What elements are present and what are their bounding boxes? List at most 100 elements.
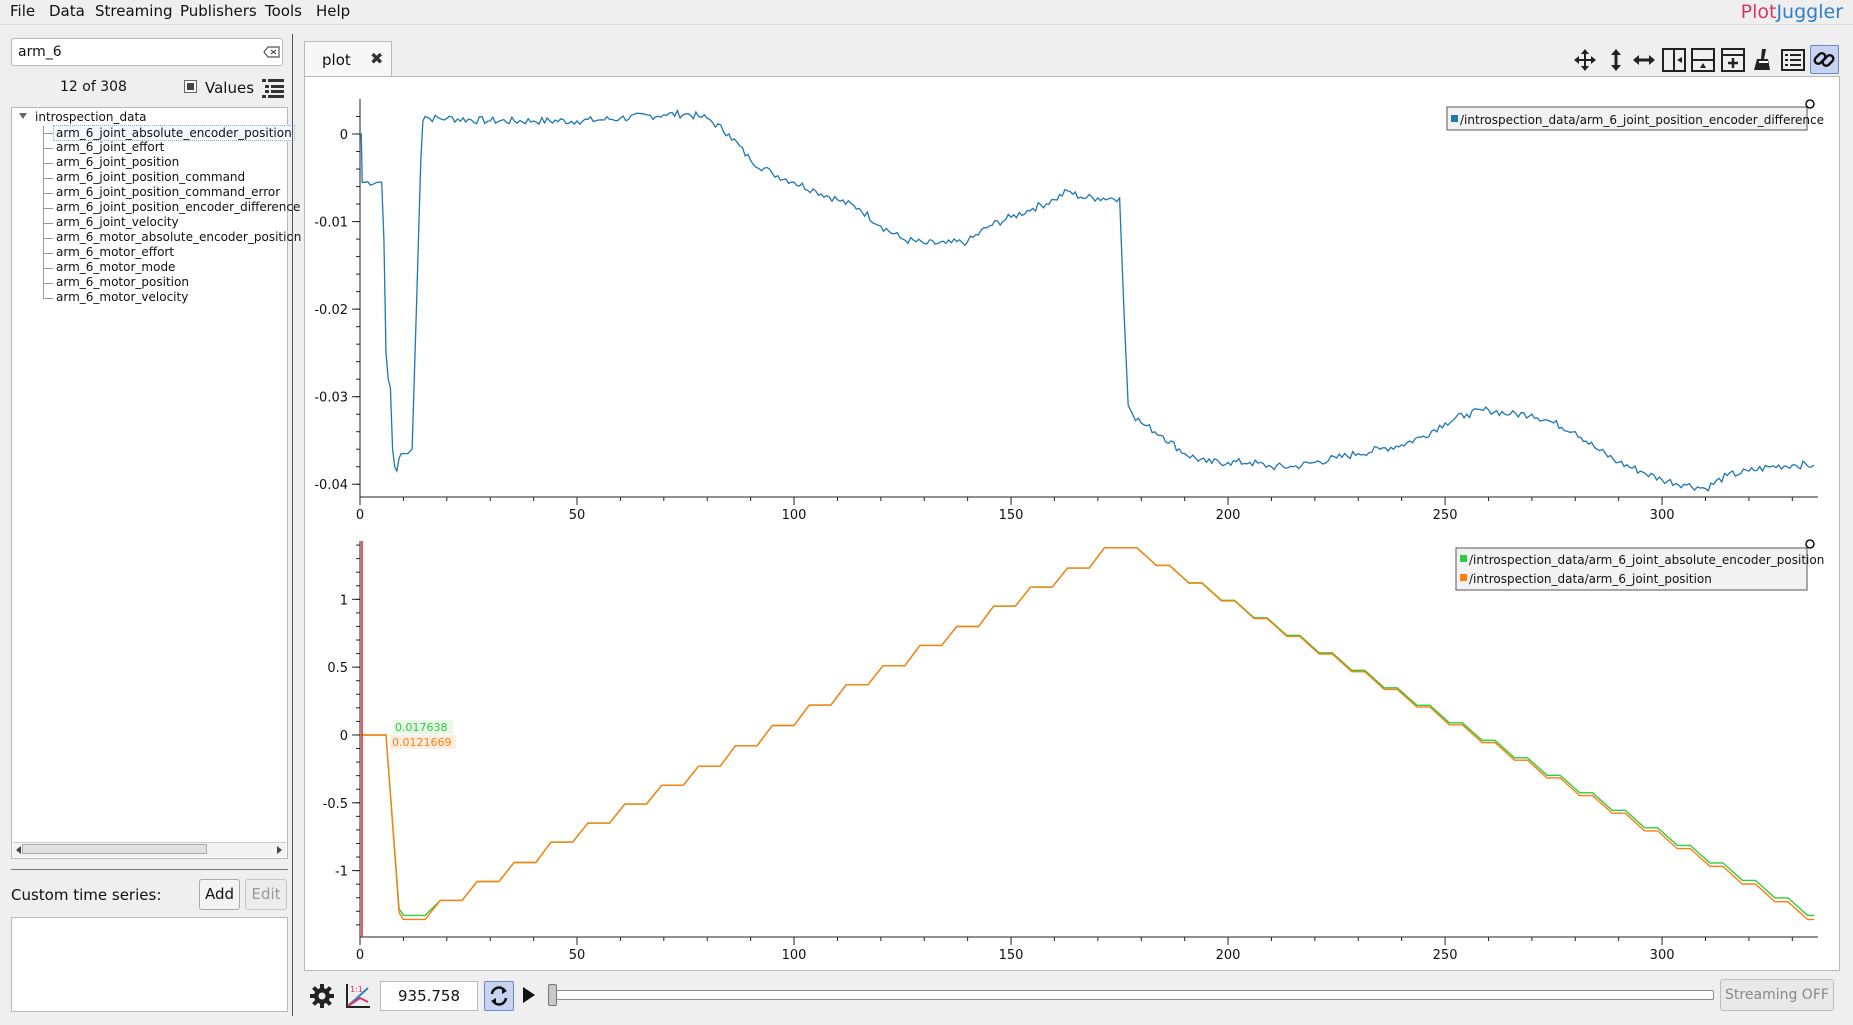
menu-help[interactable]: Help	[316, 2, 350, 20]
x-tick-label: 0	[356, 948, 364, 963]
tracker-value-position: 0.0121669	[392, 736, 452, 749]
settings-gear-icon[interactable]	[308, 982, 336, 1010]
divider	[11, 869, 288, 870]
x-tick-label: 100	[782, 948, 807, 963]
time-slider[interactable]	[549, 990, 1714, 1000]
y-tick-label: 1	[340, 593, 348, 608]
tree-root[interactable]: introspection_data	[35, 110, 147, 124]
zoom-horizontal-icon[interactable]	[1631, 47, 1657, 73]
legend-icon[interactable]	[1780, 47, 1806, 73]
plot-ratio-icon[interactable]: 1:1	[344, 982, 372, 1010]
menu-bar: File Data Streaming Publishers Tools Hel…	[0, 0, 1853, 25]
add-plot-icon[interactable]	[1720, 47, 1746, 73]
tree-connector	[43, 208, 53, 209]
list-view-icon[interactable]	[261, 77, 285, 99]
series-line-encoder-difference	[360, 108, 1815, 492]
series-count: 12 of 308	[60, 79, 127, 95]
tree-connector	[43, 148, 53, 149]
custom-series-label: Custom time series:	[11, 886, 162, 904]
x-tick-label: 300	[1650, 508, 1675, 523]
tree-item[interactable]: arm_6_joint_velocity	[56, 215, 179, 229]
tree-item[interactable]: arm_6_joint_position_command_error	[56, 185, 280, 199]
menu-tools[interactable]: Tools	[265, 2, 302, 20]
tree-connector	[43, 163, 53, 164]
time-field[interactable]: 935.758	[380, 981, 478, 1011]
values-label: Values	[205, 79, 255, 97]
tree-item[interactable]: arm_6_joint_absolute_encoder_position	[53, 125, 295, 141]
legend-entry: /introspection_data/arm_6_joint_position	[1469, 572, 1712, 586]
add-button[interactable]: Add	[199, 879, 240, 910]
x-tick-label: 200	[1216, 948, 1241, 963]
x-tick-label: 50	[569, 508, 586, 523]
play-icon[interactable]	[522, 986, 536, 1004]
y-tick-label: -0.04	[314, 478, 348, 493]
x-tick-label: 250	[1433, 508, 1458, 523]
y-tick-label: -0.01	[314, 216, 348, 231]
y-tick-label: -0.02	[314, 303, 348, 318]
app-logo: PlotJuggler	[1740, 1, 1843, 23]
tree-item[interactable]: arm_6_motor_velocity	[56, 290, 188, 304]
move-icon[interactable]	[1572, 47, 1598, 73]
tree-item[interactable]: arm_6_joint_position_encoder_difference	[56, 200, 300, 214]
tracker-value-encoder: 0.017638	[395, 721, 448, 734]
menu-publishers[interactable]: Publishers	[180, 2, 257, 20]
x-tick-label: 150	[999, 508, 1024, 523]
x-tick-label: 300	[1650, 948, 1675, 963]
tree-connector	[43, 298, 53, 299]
scroll-left-icon[interactable]	[16, 846, 21, 854]
x-tick-label: 0	[356, 508, 364, 523]
legend-swatch	[1460, 574, 1467, 581]
x-tick-label: 200	[1216, 508, 1241, 523]
custom-series-list[interactable]	[11, 917, 288, 1012]
legend-entry: /introspection_data/arm_6_joint_position…	[1460, 113, 1824, 127]
y-tick-label: -0.03	[314, 391, 348, 406]
close-tab-icon[interactable]: ✖	[370, 49, 383, 68]
split-vertical-icon[interactable]	[1661, 47, 1687, 73]
y-tick-label: -0.5	[323, 797, 348, 812]
time-slider-handle[interactable]	[548, 984, 557, 1006]
clear-search-icon[interactable]	[263, 45, 281, 59]
expand-arrow-icon[interactable]	[19, 113, 27, 119]
clear-plot-icon[interactable]	[1750, 47, 1776, 73]
plot-area[interactable]: 0 50 100 150 200 250 300 0 -0.01 -0.02 -0.03 -0.04/…	[304, 76, 1840, 971]
x-tick-label: 100	[782, 508, 807, 523]
x-tick-label: 50	[569, 948, 586, 963]
y-tick-label: 0.5	[327, 661, 348, 676]
y-tick-label: -1	[335, 865, 348, 880]
split-horizontal-icon[interactable]	[1690, 47, 1716, 73]
x-tick-label: 250	[1433, 948, 1458, 963]
scroll-right-icon[interactable]	[277, 846, 282, 854]
values-checkbox[interactable]	[184, 80, 197, 93]
loop-button[interactable]	[484, 981, 514, 1011]
legend-swatch	[1451, 115, 1458, 122]
menu-file[interactable]: File	[10, 2, 35, 20]
panel-splitter[interactable]	[292, 34, 293, 1016]
tree-item[interactable]: arm_6_motor_effort	[56, 245, 174, 259]
tree-item[interactable]: arm_6_motor_absolute_encoder_position	[56, 230, 301, 244]
zoom-vertical-icon[interactable]	[1603, 47, 1629, 73]
series-line-joint-position	[360, 547, 1814, 921]
y-tick-label: 0	[340, 729, 348, 744]
edit-button[interactable]: Edit	[245, 879, 287, 910]
scrollbar-thumb[interactable]	[22, 844, 207, 854]
tab-label[interactable]: plot	[322, 51, 351, 69]
tree-item[interactable]: arm_6_motor_position	[56, 275, 189, 289]
svg-text:1:1: 1:1	[350, 985, 363, 994]
tree-connector	[43, 268, 53, 269]
tree-item[interactable]: arm_6_joint_position	[56, 155, 179, 169]
menu-data[interactable]: Data	[49, 2, 85, 20]
link-icon[interactable]	[1810, 45, 1839, 74]
search-input[interactable]: arm_6	[11, 38, 283, 66]
tree-item[interactable]: arm_6_motor_mode	[56, 260, 175, 274]
x-tick-label: 150	[999, 948, 1024, 963]
y-tick-label: 0	[340, 128, 348, 143]
tree-item[interactable]: arm_6_joint_position_command	[56, 170, 245, 184]
menu-streaming[interactable]: Streaming	[95, 2, 172, 20]
tree-connector	[43, 193, 53, 194]
charts-canvas[interactable]: 0 50 100 150 200 250 3000-0.01-0.02-0.03-0.04/…	[305, 77, 1839, 970]
tree-connector	[43, 126, 44, 298]
tree-connector	[43, 238, 53, 239]
tree-item[interactable]: arm_6_joint_effort	[56, 140, 164, 154]
streaming-button[interactable]: Streaming OFF	[1720, 979, 1834, 1011]
legend-entry: /introspection_data/arm_6_joint_absolute…	[1469, 553, 1824, 567]
